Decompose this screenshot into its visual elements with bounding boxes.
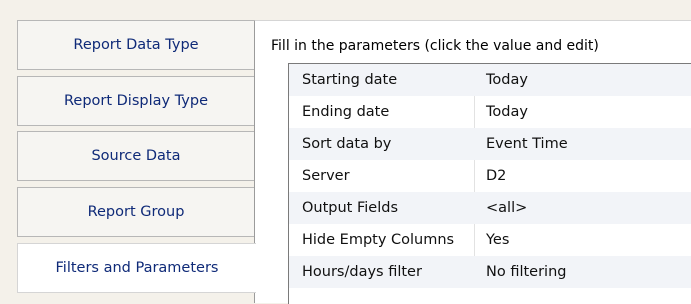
- parameters-panel: Fill in the parameters (click the value …: [254, 20, 691, 304]
- param-name: Hours/days filter: [302, 264, 422, 280]
- param-name: Starting date: [302, 72, 398, 88]
- param-row-hours-days-filter[interactable]: Hours/days filter No filtering: [289, 256, 691, 288]
- param-value-server[interactable]: D2: [486, 160, 506, 192]
- param-name: Server: [302, 168, 350, 184]
- param-value-sort-data-by[interactable]: Event Time: [486, 128, 568, 160]
- instruction-text: Fill in the parameters (click the value …: [271, 38, 599, 54]
- param-row-output-fields[interactable]: Output Fields <all>: [289, 192, 691, 224]
- param-row-server[interactable]: Server D2: [289, 160, 691, 192]
- param-value-starting-date[interactable]: Today: [486, 64, 528, 96]
- param-name: Output Fields: [302, 200, 398, 216]
- param-row-ending-date[interactable]: Ending date Today: [289, 96, 691, 128]
- param-value-ending-date[interactable]: Today: [486, 96, 528, 128]
- param-row-hide-empty-columns[interactable]: Hide Empty Columns Yes: [289, 224, 691, 256]
- param-name: Sort data by: [302, 136, 392, 152]
- tab-report-data-type[interactable]: Report Data Type: [17, 20, 254, 70]
- tab-source-data[interactable]: Source Data: [17, 131, 254, 181]
- param-name: Ending date: [302, 104, 390, 120]
- param-value-hide-empty-columns[interactable]: Yes: [486, 224, 509, 256]
- tab-report-group[interactable]: Report Group: [17, 187, 254, 237]
- param-row-starting-date[interactable]: Starting date Today: [289, 64, 691, 96]
- tab-report-display-type[interactable]: Report Display Type: [17, 76, 254, 126]
- param-value-hours-days-filter[interactable]: No filtering: [486, 256, 566, 288]
- param-value-output-fields[interactable]: <all>: [486, 192, 527, 224]
- report-tabs: Report Data Type Report Display Type Sou…: [0, 0, 256, 303]
- parameters-grid: Starting date Today Ending date Today So…: [288, 63, 691, 304]
- tab-filters-and-parameters[interactable]: Filters and Parameters: [17, 243, 256, 293]
- param-row-sort-data-by[interactable]: Sort data by Event Time: [289, 128, 691, 160]
- param-name: Hide Empty Columns: [302, 232, 455, 248]
